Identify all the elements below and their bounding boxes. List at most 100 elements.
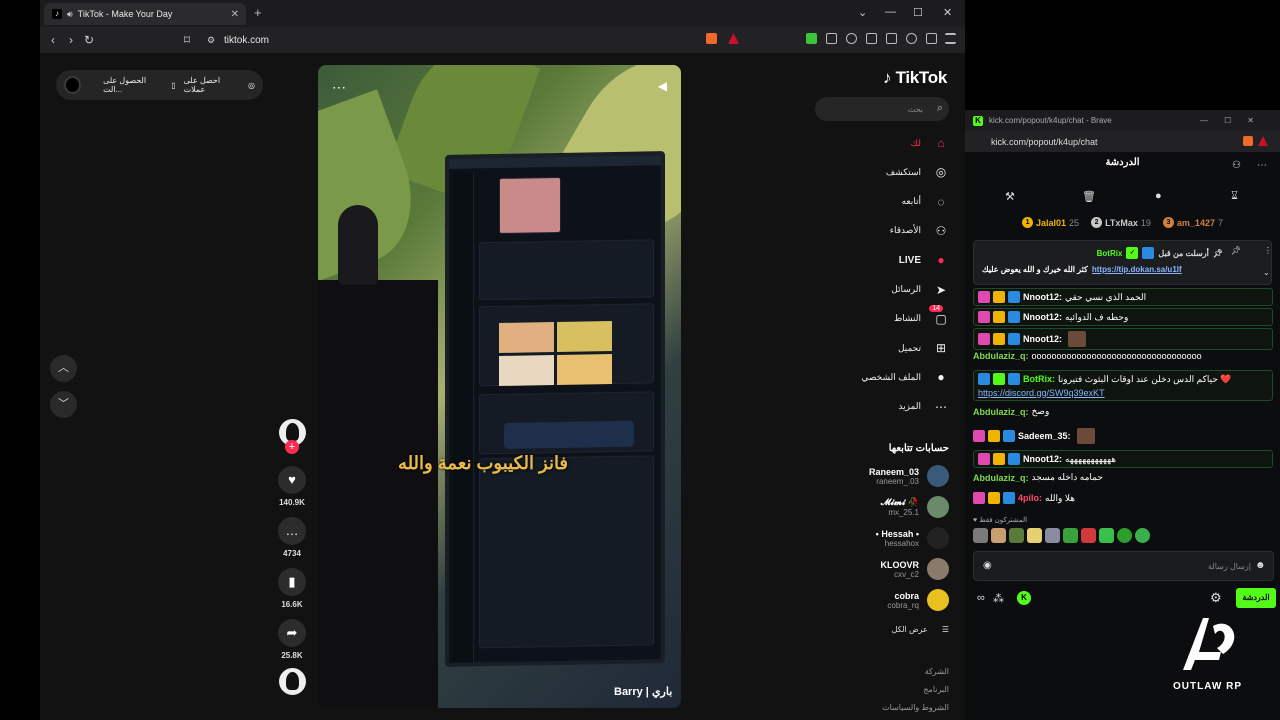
footer-link-program[interactable]: البرنامج xyxy=(923,685,949,694)
nav-item-9[interactable]: المزيد ⋯ xyxy=(839,397,949,417)
top-user[interactable]: 3 am_1427 7 xyxy=(1162,217,1223,228)
pinned-link[interactable]: https://tip.dokan.sa/u1lf xyxy=(1092,265,1182,274)
nav-item-4[interactable]: LIVE ● xyxy=(839,250,949,270)
chat-message[interactable]: Nnoot12: xyxy=(973,328,1273,350)
brave-shield-icon[interactable] xyxy=(1243,136,1253,146)
nav-item-1[interactable]: استكشف ◎ xyxy=(839,162,949,182)
emote-icon[interactable] xyxy=(1081,528,1096,543)
emote-icon[interactable] xyxy=(1045,528,1060,543)
like-icon[interactable]: ♥ xyxy=(278,466,306,494)
music-disc-avatar[interactable] xyxy=(278,668,306,695)
record-icon[interactable] xyxy=(64,76,82,94)
chat-message[interactable]: Abdulaziz_q: oooooooooooooooooooooooooooo… xyxy=(973,351,1273,361)
chat-message[interactable]: 4pilo: هلا والله xyxy=(973,492,1273,504)
kick-k-icon[interactable]: K xyxy=(1017,591,1031,605)
kick-url[interactable]: kick.com/popout/k4up/chat xyxy=(991,137,1098,147)
back-icon[interactable]: ‹ xyxy=(44,33,62,47)
nav-item-6[interactable]: النشاط ▢ 14 xyxy=(839,304,949,329)
next-video-button[interactable]: ﹀ xyxy=(50,391,77,418)
points-icon[interactable]: ⁂ xyxy=(993,592,1004,605)
site-settings-icon[interactable]: ⚙ xyxy=(202,35,220,46)
tiktok-logo[interactable]: ♪ TikTok xyxy=(883,68,947,88)
vpn-icon[interactable] xyxy=(926,33,937,44)
following-account[interactable]: KLOOVR cxv_c2 xyxy=(819,558,949,580)
prev-video-button[interactable]: ︿ xyxy=(50,355,77,382)
follow-plus-icon[interactable]: + xyxy=(285,440,299,454)
send-chat-button[interactable]: الدردشة xyxy=(1236,588,1276,608)
slow-mode-icon[interactable]: ⌛︎ xyxy=(1231,190,1238,203)
url-field[interactable]: tiktok.com xyxy=(224,35,269,46)
nav-item-2[interactable]: أتابعه ◌ xyxy=(839,192,949,212)
chat-message[interactable]: Nnoot12: وحطه ف الدوائيه xyxy=(973,308,1273,326)
footer-link-terms[interactable]: الشروط والسياسات xyxy=(882,703,949,712)
chat-username[interactable]: Abdulaziz_q: xyxy=(973,473,1029,483)
tab-close-icon[interactable]: ✕ xyxy=(231,9,239,20)
users-icon[interactable]: ⚇ xyxy=(1232,160,1241,171)
chat-username[interactable]: Nnoot12: xyxy=(1023,454,1062,464)
search-input[interactable]: بحث xyxy=(815,97,949,121)
following-account[interactable]: cobra cobra_rq xyxy=(819,589,949,611)
minimize-button[interactable]: — xyxy=(885,6,896,18)
video-player[interactable]: فانز الكيبوب نعمة والله Barry | باري ⋯ ◀… xyxy=(318,65,681,708)
close-window-button[interactable]: ✕ xyxy=(943,6,952,19)
tab-tiktok[interactable]: ♪ 🔊︎ TikTok - Make Your Day ✕ xyxy=(44,3,246,25)
see-all-link[interactable]: عرض الكل ☰ xyxy=(892,625,949,634)
chat-message[interactable]: Nnoot12: هههههههههههه xyxy=(973,450,1273,468)
top-user[interactable]: 1 Jalal01 25 xyxy=(1022,217,1079,228)
get-app-link[interactable]: الحصول على الت... xyxy=(103,76,163,94)
nav-item-5[interactable]: الرسائل ➤ xyxy=(839,280,949,300)
share-icon[interactable]: ➦ xyxy=(278,619,306,647)
forward-icon[interactable]: › xyxy=(62,33,80,47)
chat-options-icon[interactable]: ⋯ xyxy=(1257,160,1267,171)
emote-icon[interactable] xyxy=(991,528,1006,543)
chat-username[interactable]: Abdulaziz_q: xyxy=(973,407,1029,417)
chat-username[interactable]: Nnoot12: xyxy=(1023,312,1062,322)
get-coins-link[interactable]: احصل على عملات xyxy=(184,76,240,94)
search-icon[interactable]: ⌕ xyxy=(937,102,943,115)
leo-ai-icon[interactable] xyxy=(906,33,917,44)
chat-link[interactable]: https://discord.gg/SW9q39exKT xyxy=(978,388,1268,398)
maximize-button[interactable]: ☐ xyxy=(913,6,923,19)
delete-icon[interactable]: 🗑︎ xyxy=(1082,190,1096,203)
following-account[interactable]: Raneem_03 raneem_.03 xyxy=(819,465,949,487)
chat-message[interactable]: Abdulaziz_q: حمامه داخله مسجد xyxy=(973,472,1273,483)
emoji-icon[interactable]: ◉ xyxy=(983,560,992,571)
emote-icon[interactable] xyxy=(1135,528,1150,543)
extensions-icon[interactable] xyxy=(826,33,837,44)
chat-username[interactable]: Sadeem_35: xyxy=(1018,431,1071,441)
comment-icon[interactable]: … xyxy=(278,517,306,545)
emote-icon[interactable] xyxy=(973,528,988,543)
bookmark-icon[interactable]: ⌑ xyxy=(178,33,196,47)
smiley-icon[interactable]: ☻ xyxy=(1255,560,1266,571)
kick-window-controls[interactable]: —☐✕ xyxy=(1200,116,1270,125)
reload-icon[interactable]: ↻ xyxy=(80,33,98,47)
video-options-icon[interactable]: ⋯ xyxy=(332,79,346,96)
chat-bubble-icon[interactable]: ● xyxy=(1155,190,1162,202)
emote-icon[interactable] xyxy=(1063,528,1078,543)
bookmark-icon[interactable]: ▮ xyxy=(278,568,306,596)
menu-icon[interactable] xyxy=(945,33,956,44)
extension-green-icon[interactable] xyxy=(806,33,817,44)
nav-item-0[interactable]: لك ⌂ xyxy=(839,133,949,153)
emote-icon[interactable] xyxy=(1027,528,1042,543)
chat-username[interactable]: BotRix: xyxy=(1023,374,1055,384)
nav-item-7[interactable]: تحميل ⊞ xyxy=(839,338,949,358)
media-icon[interactable] xyxy=(846,33,857,44)
nav-item-3[interactable]: الأصدقاء ⚇ xyxy=(839,221,949,241)
emote-icon[interactable] xyxy=(1099,528,1114,543)
following-account[interactable]: 𝓜𝓲𝓶𝓲 🥀 mx_25.1 xyxy=(819,496,949,518)
chat-message[interactable]: Nnoot12: الحمد الذي نسي حقي xyxy=(973,288,1273,306)
chat-username[interactable]: Abdulaziz_q: xyxy=(973,351,1029,361)
footer-link-company[interactable]: الشركة xyxy=(925,667,949,676)
chat-username[interactable]: Nnoot12: xyxy=(1023,292,1062,302)
chat-message[interactable]: BotRix: حياكم الدس دخلن عند اوقات البثوث … xyxy=(973,370,1273,401)
brave-shield-icon[interactable] xyxy=(706,33,717,44)
new-tab-button[interactable]: + xyxy=(254,5,262,20)
chat-username[interactable]: 4pilo: xyxy=(1018,493,1042,503)
chat-message[interactable]: Abdulaziz_q: وصخ xyxy=(973,406,1273,417)
wallet-icon[interactable] xyxy=(886,33,897,44)
video-author[interactable]: Barry | باري xyxy=(614,685,672,698)
pinned-user[interactable]: BotRix xyxy=(1097,249,1123,258)
pin-icon[interactable]: 📌︎ xyxy=(1231,246,1241,255)
chat-message[interactable]: Sadeem_35: xyxy=(973,428,1273,444)
